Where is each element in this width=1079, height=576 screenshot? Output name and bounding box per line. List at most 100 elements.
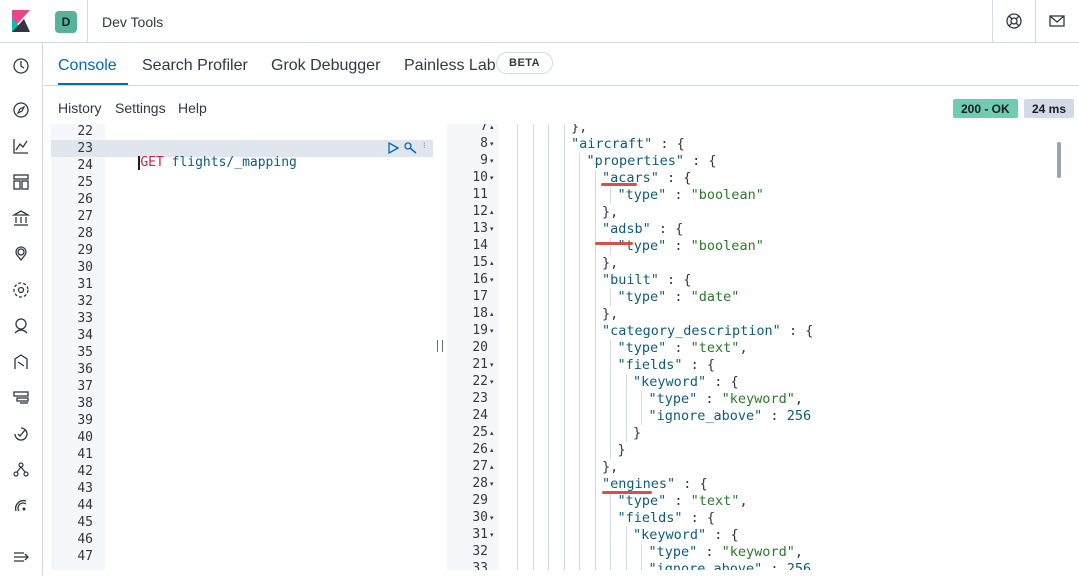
output-scrollbar[interactable] xyxy=(1057,142,1061,178)
map-pin-icon[interactable] xyxy=(12,245,30,263)
indent-guide xyxy=(579,476,580,493)
gear-cluster-icon[interactable] xyxy=(12,281,30,299)
user-check-icon[interactable] xyxy=(12,317,30,335)
play-icon[interactable] xyxy=(387,142,399,154)
line-number: 26 xyxy=(77,192,93,207)
more-icon[interactable]: ⁝ xyxy=(423,141,426,150)
stack-icon[interactable] xyxy=(12,389,30,407)
machine-learning-icon[interactable] xyxy=(12,353,30,371)
indent-guide xyxy=(579,493,580,510)
request-line[interactable]: GET flights/_mapping xyxy=(107,140,297,185)
history-link[interactable]: History xyxy=(58,100,102,116)
line-number: 34 xyxy=(77,328,93,343)
indent-guide xyxy=(563,459,565,476)
fold-collapse-icon[interactable]: ▾ xyxy=(490,514,494,522)
resize-handle[interactable] xyxy=(437,340,443,352)
indent-guide xyxy=(563,272,565,289)
indent-guide xyxy=(532,204,534,221)
help-link[interactable]: Help xyxy=(178,100,207,116)
request-path: flights/_mapping xyxy=(171,155,297,170)
fold-collapse-icon[interactable]: ▾ xyxy=(490,361,494,369)
indent-guide xyxy=(563,323,565,340)
indent-guide xyxy=(594,340,596,357)
indent-guide xyxy=(517,272,518,289)
space-avatar[interactable]: D xyxy=(55,11,77,33)
indent-guide xyxy=(548,170,549,187)
token: , xyxy=(794,391,803,407)
tab-search-profiler[interactable]: Search Profiler xyxy=(142,57,248,75)
line-number: 37 xyxy=(77,379,93,394)
fold-collapse-icon[interactable]: ▾ xyxy=(490,225,494,233)
line-number: 31 xyxy=(77,277,93,292)
token: "fields" xyxy=(617,510,683,526)
indent-guide xyxy=(517,289,518,306)
graph-icon[interactable] xyxy=(12,461,30,479)
indent-guide xyxy=(563,221,565,238)
fold-collapse-icon[interactable]: ▾ xyxy=(490,174,494,182)
chart-icon[interactable] xyxy=(12,137,30,155)
fold-expand-icon[interactable]: ▴ xyxy=(490,259,494,267)
tab-painless-lab[interactable]: Painless Lab xyxy=(404,57,496,75)
indent-guide xyxy=(532,442,534,459)
indent-guide xyxy=(579,442,580,459)
indent-guide xyxy=(610,187,611,204)
request-method: GET xyxy=(140,155,164,170)
newsfeed-icon[interactable] xyxy=(1048,12,1066,30)
fold-expand-icon[interactable]: ▴ xyxy=(490,429,494,437)
fold-collapse-icon[interactable]: ▾ xyxy=(490,276,494,284)
fold-expand-icon[interactable]: ▴ xyxy=(490,208,494,216)
line-number: 42 xyxy=(77,464,93,479)
kibana-logo-icon[interactable] xyxy=(10,10,32,32)
bank-icon[interactable] xyxy=(12,209,30,227)
compass-icon[interactable] xyxy=(12,101,30,119)
clock-icon[interactable] xyxy=(12,57,30,75)
request-editor[interactable]: 22 23 24 25 26 27 28 29 30 31 32 33 34 35 36 37 38 39 40 41… xyxy=(51,124,433,570)
fold-collapse-icon[interactable]: ▾ xyxy=(490,157,494,165)
help-icon[interactable] xyxy=(1005,12,1023,30)
page-title: Dev Tools xyxy=(102,14,164,30)
indent-guide xyxy=(594,493,596,510)
output-line-number: 11 xyxy=(472,187,488,202)
indent-guide xyxy=(548,459,549,476)
line-number: 33 xyxy=(77,311,93,326)
fold-expand-icon[interactable]: ▴ xyxy=(490,446,494,454)
indent-guide xyxy=(517,561,518,570)
indent-guide xyxy=(532,255,534,272)
apm-icon[interactable] xyxy=(12,425,30,443)
tab-console[interactable]: Console xyxy=(58,57,117,75)
tab-grok-debugger[interactable]: Grok Debugger xyxy=(271,57,380,75)
fold-collapse-icon[interactable]: ▾ xyxy=(490,531,494,539)
indent-guide xyxy=(548,124,549,136)
collapse-icon[interactable] xyxy=(12,548,30,566)
fold-expand-icon[interactable]: ▴ xyxy=(490,463,494,471)
indent-guide xyxy=(579,544,580,561)
settings-link[interactable]: Settings xyxy=(115,100,166,116)
indent-guide xyxy=(594,425,596,442)
dashboard-icon[interactable] xyxy=(12,173,30,191)
fold-expand-icon[interactable]: ▴ xyxy=(490,124,494,131)
output-line-number: 14 xyxy=(472,238,488,253)
fold-collapse-icon[interactable]: ▾ xyxy=(490,480,494,488)
indent-guide xyxy=(579,187,580,204)
token: : { xyxy=(675,476,708,492)
indent-guide xyxy=(548,255,549,272)
token: : xyxy=(762,408,787,424)
fold-collapse-icon[interactable]: ▾ xyxy=(490,140,494,148)
fold-collapse-icon[interactable]: ▾ xyxy=(490,327,494,335)
indent-guide xyxy=(563,442,565,459)
indent-guide xyxy=(563,408,565,425)
line-number: 25 xyxy=(77,175,93,190)
wrench-icon[interactable] xyxy=(403,141,419,155)
indent-guide xyxy=(563,289,565,306)
fold-expand-icon[interactable]: ▴ xyxy=(490,310,494,318)
output-code-line: } xyxy=(618,442,626,458)
token: "type" xyxy=(617,340,667,356)
indent-guide xyxy=(594,544,596,561)
indent-guide xyxy=(610,561,611,570)
indent-guide xyxy=(625,527,627,544)
signal-icon[interactable] xyxy=(12,497,30,515)
indent-guide xyxy=(579,289,580,306)
output-line-number: 29 xyxy=(472,493,488,508)
fold-collapse-icon[interactable]: ▾ xyxy=(490,378,494,386)
indent-guide xyxy=(532,408,534,425)
